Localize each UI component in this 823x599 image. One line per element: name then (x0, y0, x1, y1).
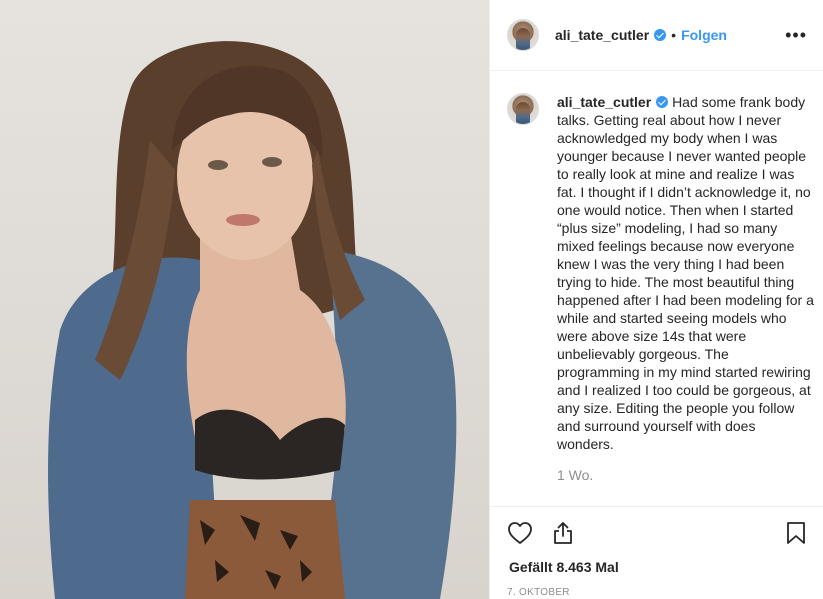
comments-area: ali_tate_cutler Had some frank body talk… (490, 72, 823, 506)
post-date[interactable]: 7. OKTOBER (507, 587, 570, 598)
post-photo-illustration (48, 41, 457, 599)
likes-count[interactable]: Gefällt 8.463 Mal (509, 559, 619, 575)
post-details-panel: ali_tate_cutler • Folgen ••• ali_tate_cu… (489, 0, 823, 599)
more-options-icon[interactable]: ••• (785, 26, 807, 44)
caption-username[interactable]: ali_tate_cutler (557, 94, 651, 110)
caption: ali_tate_cutler Had some frank body talk… (557, 93, 815, 453)
actions-section: Gefällt 8.463 Mal 7. OKTOBER (490, 506, 823, 599)
bookmark-icon[interactable] (783, 520, 809, 546)
avatar[interactable] (507, 19, 539, 51)
caption-avatar[interactable] (507, 93, 539, 125)
verified-badge-icon (656, 96, 669, 108)
follow-button[interactable]: Folgen (681, 27, 727, 43)
share-icon[interactable] (550, 520, 576, 546)
heart-icon[interactable] (507, 520, 533, 546)
post-header: ali_tate_cutler • Folgen ••• (490, 0, 823, 71)
caption-text: Had some frank body talks. Getting real … (557, 94, 814, 452)
header-username[interactable]: ali_tate_cutler (555, 27, 649, 43)
separator-dot: • (671, 27, 677, 43)
post-photo[interactable] (0, 0, 489, 599)
time-ago[interactable]: 1 Wo. (557, 467, 815, 483)
verified-badge-icon (654, 29, 667, 41)
